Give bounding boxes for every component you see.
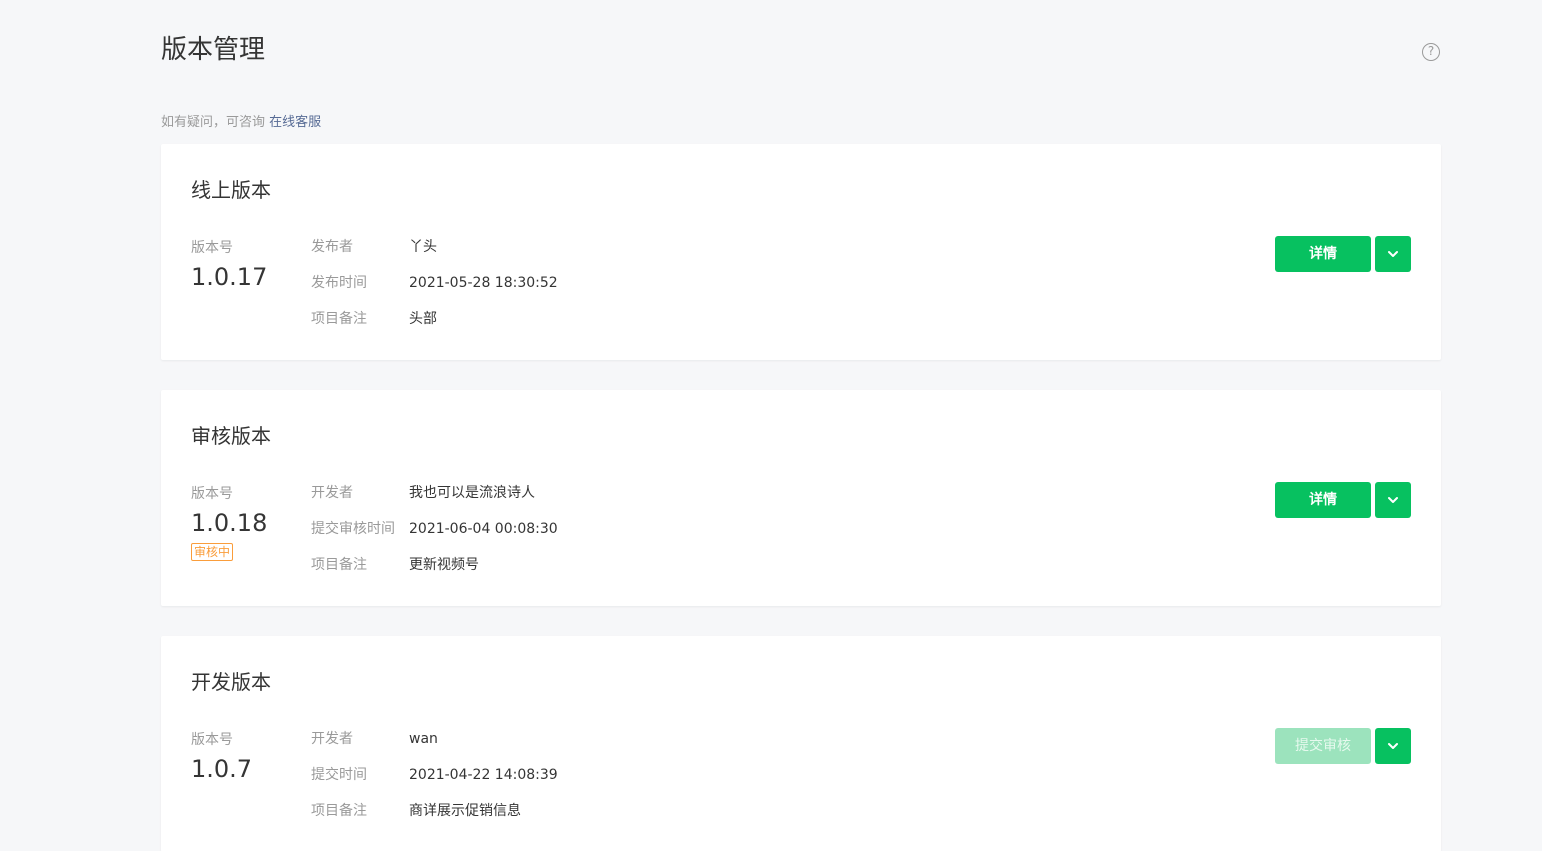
chevron-down-icon xyxy=(1388,497,1398,503)
version-number: 1.0.17 xyxy=(191,263,268,291)
info-value: 丫头 xyxy=(409,239,437,255)
version-number: 1.0.18 xyxy=(191,509,268,537)
info-row-submit-time: 提交时间 2021-04-22 14:08:39 xyxy=(311,765,558,785)
more-actions-button[interactable] xyxy=(1375,482,1411,518)
status-badge: 审核中 xyxy=(191,543,234,561)
online-service-link[interactable]: 在线客服 xyxy=(269,115,321,130)
chevron-down-icon xyxy=(1388,743,1398,749)
info-value: 商详展示促销信息 xyxy=(409,803,521,819)
info-value: 2021-04-22 14:08:39 xyxy=(409,767,558,783)
details-button[interactable]: 详情 xyxy=(1275,482,1371,518)
version-number: 1.0.7 xyxy=(191,755,253,783)
card-title: 审核版本 xyxy=(191,424,271,448)
dev-version-card: 开发版本 版本号 1.0.7 开发者 wan 提交时间 2021-04-22 14:… xyxy=(161,636,1441,851)
info-label: 发布时间 xyxy=(311,275,367,291)
info-label: 项目备注 xyxy=(311,557,367,573)
info-value: 我也可以是流浪诗人 xyxy=(409,485,535,501)
more-actions-button[interactable] xyxy=(1375,236,1411,272)
submit-review-button[interactable]: 提交审核 xyxy=(1275,728,1371,764)
review-version-card: 审核版本 版本号 1.0.18 审核中 开发者 我也可以是流浪诗人 提交审核时间 2… xyxy=(161,390,1441,606)
info-label: 开发者 xyxy=(311,731,353,747)
info-value: 更新视频号 xyxy=(409,557,479,573)
more-actions-button[interactable] xyxy=(1375,728,1411,764)
info-value: 2021-05-28 18:30:52 xyxy=(409,275,558,291)
info-value: wan xyxy=(409,731,438,747)
help-tip: 如有疑问，可咨询 在线客服 xyxy=(161,114,321,132)
info-row-submit-review-time: 提交审核时间 2021-06-04 00:08:30 xyxy=(311,519,558,539)
help-tip-text: 如有疑问，可咨询 xyxy=(161,115,266,130)
info-label: 项目备注 xyxy=(311,311,367,327)
card-title: 开发版本 xyxy=(191,670,271,694)
info-label: 提交审核时间 xyxy=(311,521,395,537)
details-button[interactable]: 详情 xyxy=(1275,236,1371,272)
info-value: 2021-06-04 00:08:30 xyxy=(409,521,558,537)
info-row-publisher: 发布者 丫头 xyxy=(311,237,437,257)
version-label: 版本号 xyxy=(191,732,233,748)
info-row-remark: 项目备注 更新视频号 xyxy=(311,555,479,575)
info-label: 开发者 xyxy=(311,485,353,501)
info-row-developer: 开发者 wan xyxy=(311,729,438,749)
version-management-page: 版本管理 ? 如有疑问，可咨询 在线客服 线上版本 版本号 1.0.17 发布者… xyxy=(0,0,1542,851)
version-label: 版本号 xyxy=(191,240,233,256)
help-icon[interactable]: ? xyxy=(1422,43,1440,61)
info-label: 提交时间 xyxy=(311,767,367,783)
info-row-developer: 开发者 我也可以是流浪诗人 xyxy=(311,483,535,503)
info-row-publish-time: 发布时间 2021-05-28 18:30:52 xyxy=(311,273,558,293)
version-label: 版本号 xyxy=(191,486,233,502)
info-row-remark: 项目备注 头部 xyxy=(311,309,437,329)
card-title: 线上版本 xyxy=(191,178,271,202)
info-value: 头部 xyxy=(409,311,437,327)
page-title: 版本管理 xyxy=(161,35,266,65)
info-label: 项目备注 xyxy=(311,803,367,819)
info-label: 发布者 xyxy=(311,239,353,255)
online-version-card: 线上版本 版本号 1.0.17 发布者 丫头 发布时间 2021-05-28 18:… xyxy=(161,144,1441,360)
chevron-down-icon xyxy=(1388,251,1398,257)
info-row-remark: 项目备注 商详展示促销信息 xyxy=(311,801,521,821)
